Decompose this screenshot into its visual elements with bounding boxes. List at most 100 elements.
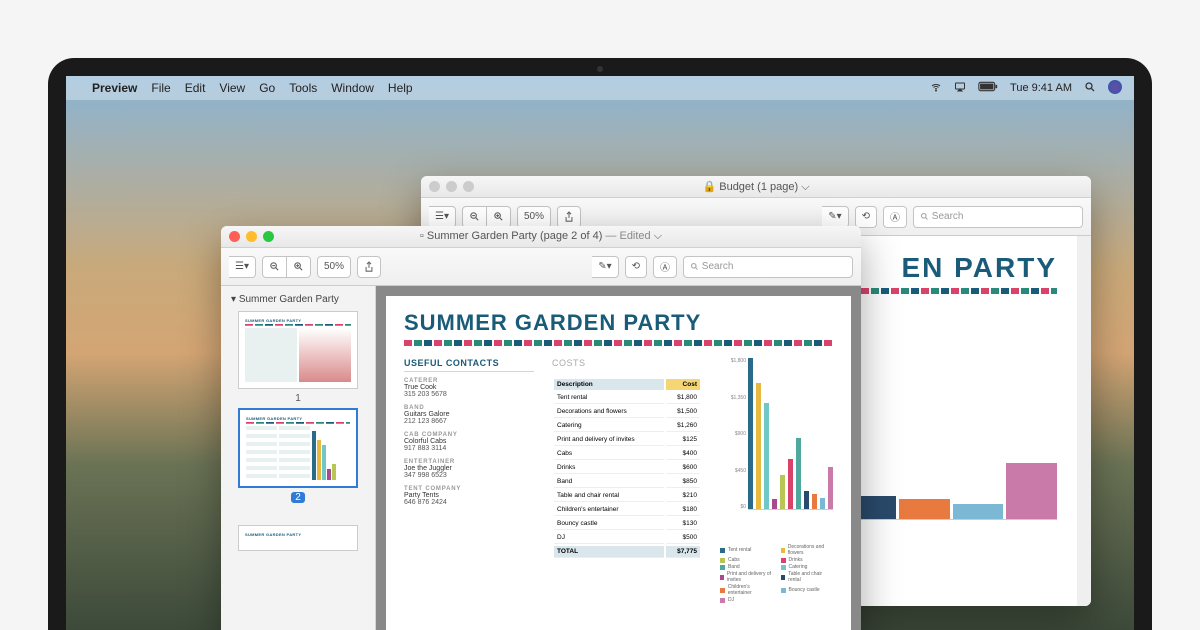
markup-button[interactable]: Ⓐ — [653, 256, 677, 278]
table-row: Children's entertainer$180 — [554, 504, 700, 516]
page-thumbnail-3[interactable]: SUMMER GARDEN PARTY — [238, 525, 358, 551]
thumbnails-sidebar: ▾ Summer Garden Party SUMMER GARDEN PART… — [221, 286, 376, 630]
menu-item-help[interactable]: Help — [388, 81, 413, 95]
rotate-button[interactable]: ⟲ — [855, 206, 877, 228]
page-thumbnail-1[interactable]: SUMMER GARDEN PARTY — [238, 311, 358, 389]
bunting-divider — [404, 340, 833, 350]
thumb-number: 1 — [227, 393, 369, 404]
table-row: Cabs$400 — [554, 448, 700, 460]
sidebar-toggle-button[interactable]: ☰▾ — [229, 256, 256, 278]
chart-bar — [772, 499, 777, 509]
zoom-button[interactable] — [263, 231, 274, 242]
chart-bar — [1006, 463, 1057, 519]
close-button[interactable] — [229, 231, 240, 242]
toolbar: ☰▾ 50% ✎▾ ⟲ Ⓐ Search — [221, 248, 861, 286]
menu-item-file[interactable]: File — [151, 81, 170, 95]
table-row: Band$850 — [554, 476, 700, 488]
doc-heading: SUMMER GARDEN PARTY — [404, 310, 833, 336]
app-name[interactable]: Preview — [92, 81, 137, 95]
legend-item: Decorations and flowers — [781, 544, 834, 556]
legend-item: Bouncy castle — [781, 584, 834, 596]
chart-bar — [764, 403, 769, 509]
zoom-in-button[interactable] — [287, 256, 311, 278]
menu-item-go[interactable]: Go — [259, 81, 275, 95]
legend-item: Catering — [781, 564, 834, 570]
chart-bar — [804, 491, 809, 509]
close-button[interactable] — [429, 181, 440, 192]
highlight-button[interactable]: ✎▾ — [822, 206, 848, 228]
titlebar[interactable]: 🔒 Budget (1 page) ⌵ — [421, 176, 1091, 198]
zoom-button[interactable] — [463, 181, 474, 192]
chevron-down-icon[interactable]: ⌵ — [801, 181, 809, 193]
menu-item-view[interactable]: View — [219, 81, 245, 95]
rotate-button[interactable]: ⟲ — [625, 256, 647, 278]
menu-item-window[interactable]: Window — [331, 81, 374, 95]
minimize-button[interactable] — [246, 231, 257, 242]
summer-party-window[interactable]: ▫ Summer Garden Party (page 2 of 4) — Ed… — [221, 226, 861, 630]
search-input[interactable]: Search — [683, 256, 853, 278]
menu-item-edit[interactable]: Edit — [185, 81, 206, 95]
legend-item: Band — [720, 564, 773, 570]
total-row: TOTAL$7,775 — [554, 546, 700, 558]
menu-item-tools[interactable]: Tools — [289, 81, 317, 95]
document-page: SUMMER GARDEN PARTY USEFUL CONTACTS CATE… — [386, 296, 851, 630]
minimize-button[interactable] — [446, 181, 457, 192]
chart-bar — [899, 499, 950, 519]
table-row: Tent rental$1,800 — [554, 392, 700, 404]
battery-icon[interactable] — [978, 81, 998, 95]
sidebar-toggle-button[interactable]: ☰▾ — [429, 206, 456, 228]
zoom-in-button[interactable] — [487, 206, 511, 228]
chart-bar — [812, 494, 817, 509]
chart-bar — [756, 383, 761, 509]
table-row: Print and delivery of invites$125 — [554, 434, 700, 446]
share-button[interactable] — [357, 256, 381, 278]
sidebar-doc-title: ▾ Summer Garden Party — [227, 292, 369, 307]
contact-entry: BANDGuitars Galore212 123 8667 — [404, 405, 534, 425]
zoom-level[interactable]: 50% — [317, 256, 351, 278]
search-input[interactable]: Search — [913, 206, 1083, 228]
legend-item: Tent rental — [720, 544, 773, 556]
contacts-heading: USEFUL CONTACTS — [404, 358, 534, 372]
window-controls — [229, 231, 274, 242]
markup-button[interactable]: Ⓐ — [883, 206, 907, 228]
contact-entry: CATERERTrue Cook315 203 5678 — [404, 378, 534, 398]
legend-item: Cabs — [720, 557, 773, 563]
titlebar[interactable]: ▫ Summer Garden Party (page 2 of 4) — Ed… — [221, 226, 861, 248]
legend-item: Drinks — [781, 557, 834, 563]
document-icon: ▫ — [420, 230, 424, 242]
zoom-out-button[interactable] — [462, 206, 487, 228]
zoom-level[interactable]: 50% — [517, 206, 551, 228]
share-button[interactable] — [557, 206, 581, 228]
document-viewport[interactable]: SUMMER GARDEN PARTY USEFUL CONTACTS CATE… — [376, 286, 861, 630]
highlight-button[interactable]: ✎▾ — [592, 256, 618, 278]
contact-entry: ENTERTAINERJoe the Juggler347 998 6523 — [404, 459, 534, 479]
chevron-down-icon[interactable]: ⌵ — [654, 230, 662, 242]
laptop-frame: Preview File Edit View Go Tools Window H… — [48, 58, 1152, 630]
cost-chart: $1,800$1,350$900$450$0 — [720, 358, 833, 538]
siri-icon[interactable] — [1108, 80, 1122, 97]
desktop-screen: Preview File Edit View Go Tools Window H… — [66, 76, 1134, 630]
costs-heading: COSTS — [552, 358, 702, 371]
chart-bar — [780, 475, 785, 509]
legend-item: Children's entertainer — [720, 584, 773, 596]
table-row: Drinks$600 — [554, 462, 700, 474]
window-title: Budget (1 page) — [719, 181, 798, 193]
legend-item: DJ — [720, 597, 773, 603]
window-controls — [429, 181, 474, 192]
airplay-icon[interactable] — [954, 81, 966, 96]
page-thumbnail-2[interactable]: SUMMER GARDEN PARTY — [238, 408, 358, 488]
costs-table: DescriptionCost Tent rental$1,800Decorat… — [552, 377, 702, 560]
zoom-out-button[interactable] — [262, 256, 287, 278]
wifi-icon[interactable] — [930, 81, 942, 96]
window-title: Summer Garden Party (page 2 of 4) — [427, 230, 602, 242]
chart-bar — [796, 438, 801, 509]
table-row: Decorations and flowers$1,500 — [554, 406, 700, 418]
contact-entry: CAB COMPANYColorful Cabs917 883 3114 — [404, 432, 534, 452]
edited-indicator: — Edited — [605, 230, 650, 242]
scrollbar[interactable] — [1077, 236, 1091, 606]
clock-time[interactable]: Tue 9:41 AM — [1010, 82, 1072, 94]
chart-bar — [828, 467, 833, 509]
legend-item: Print and delivery of invites — [720, 571, 773, 583]
chart-bar — [953, 504, 1004, 519]
search-icon[interactable] — [1084, 81, 1096, 96]
